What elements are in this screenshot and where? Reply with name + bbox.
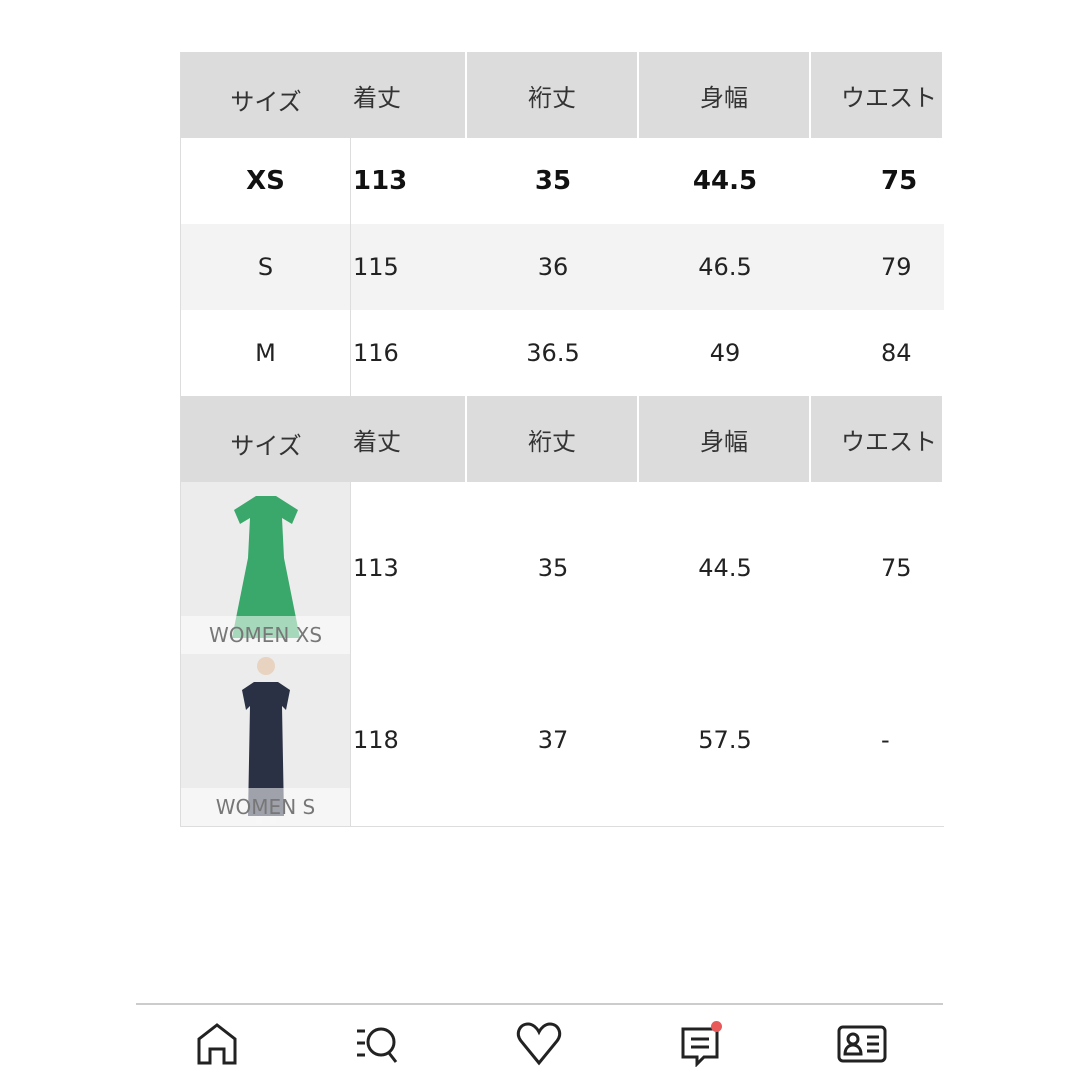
cell: 35 (537, 554, 569, 582)
search-icon[interactable] (353, 1019, 403, 1069)
notification-badge (710, 1020, 722, 1032)
cell: 115 (353, 253, 399, 281)
cell: 113 (353, 554, 399, 582)
cell: 75 (881, 554, 912, 582)
model-image[interactable]: WOMEN XS (181, 482, 351, 654)
header-width: 身幅 (639, 396, 811, 482)
size-table: サイズ 着丈 裄丈 身幅 ウエスト XS 113 35 44.5 75 S 11… (180, 52, 944, 827)
size-cell: S (181, 224, 351, 310)
home-icon[interactable] (192, 1019, 242, 1069)
table-header: サイズ 着丈 裄丈 身幅 ウエスト (181, 396, 944, 482)
model-image[interactable]: WOMEN S (181, 654, 351, 826)
cell: 79 (881, 253, 912, 281)
model-label: WOMEN XS (181, 616, 350, 654)
cell: 49 (709, 339, 741, 367)
table-row: S 115 36 46.5 79 (181, 224, 944, 310)
chat-icon[interactable] (676, 1019, 726, 1069)
cell: 36 (537, 253, 569, 281)
cell: 46.5 (698, 253, 752, 281)
table-row: XS 113 35 44.5 75 (181, 138, 944, 224)
member-card-icon[interactable] (837, 1019, 887, 1069)
size-cell: M (181, 310, 351, 396)
cell: 75 (881, 166, 918, 196)
cell: 84 (881, 339, 912, 367)
heart-icon[interactable] (514, 1019, 564, 1069)
model-row: WOMEN S 118 37 57.5 - (181, 654, 944, 826)
cell: 57.5 (698, 726, 752, 754)
header-waist: ウエスト (811, 52, 944, 138)
cell: 36.5 (526, 339, 580, 367)
table-row: M 116 36.5 49 84 (181, 310, 944, 396)
cell: 35 (534, 166, 572, 196)
model-label: WOMEN S (181, 788, 350, 826)
header-waist: ウエスト (811, 396, 944, 482)
cell: 116 (353, 339, 399, 367)
bottom-nav (136, 1003, 943, 1082)
header-sleeve: 裄丈 (467, 396, 639, 482)
cell: 118 (353, 726, 399, 754)
size-cell: XS (181, 138, 351, 224)
header-length: 着丈 (351, 396, 467, 482)
cell: 44.5 (692, 166, 758, 196)
cell: - (881, 726, 890, 754)
header-sleeve: 裄丈 (467, 52, 639, 138)
cell: 113 (353, 166, 408, 196)
table-header: サイズ 着丈 裄丈 身幅 ウエスト (181, 52, 944, 138)
header-size: サイズ (230, 432, 302, 460)
header-length: 着丈 (351, 52, 467, 138)
header-size: サイズ (230, 88, 302, 116)
cell: 37 (537, 726, 569, 754)
model-row: WOMEN XS 113 35 44.5 75 (181, 482, 944, 654)
header-width: 身幅 (639, 52, 811, 138)
cell: 44.5 (698, 554, 752, 582)
